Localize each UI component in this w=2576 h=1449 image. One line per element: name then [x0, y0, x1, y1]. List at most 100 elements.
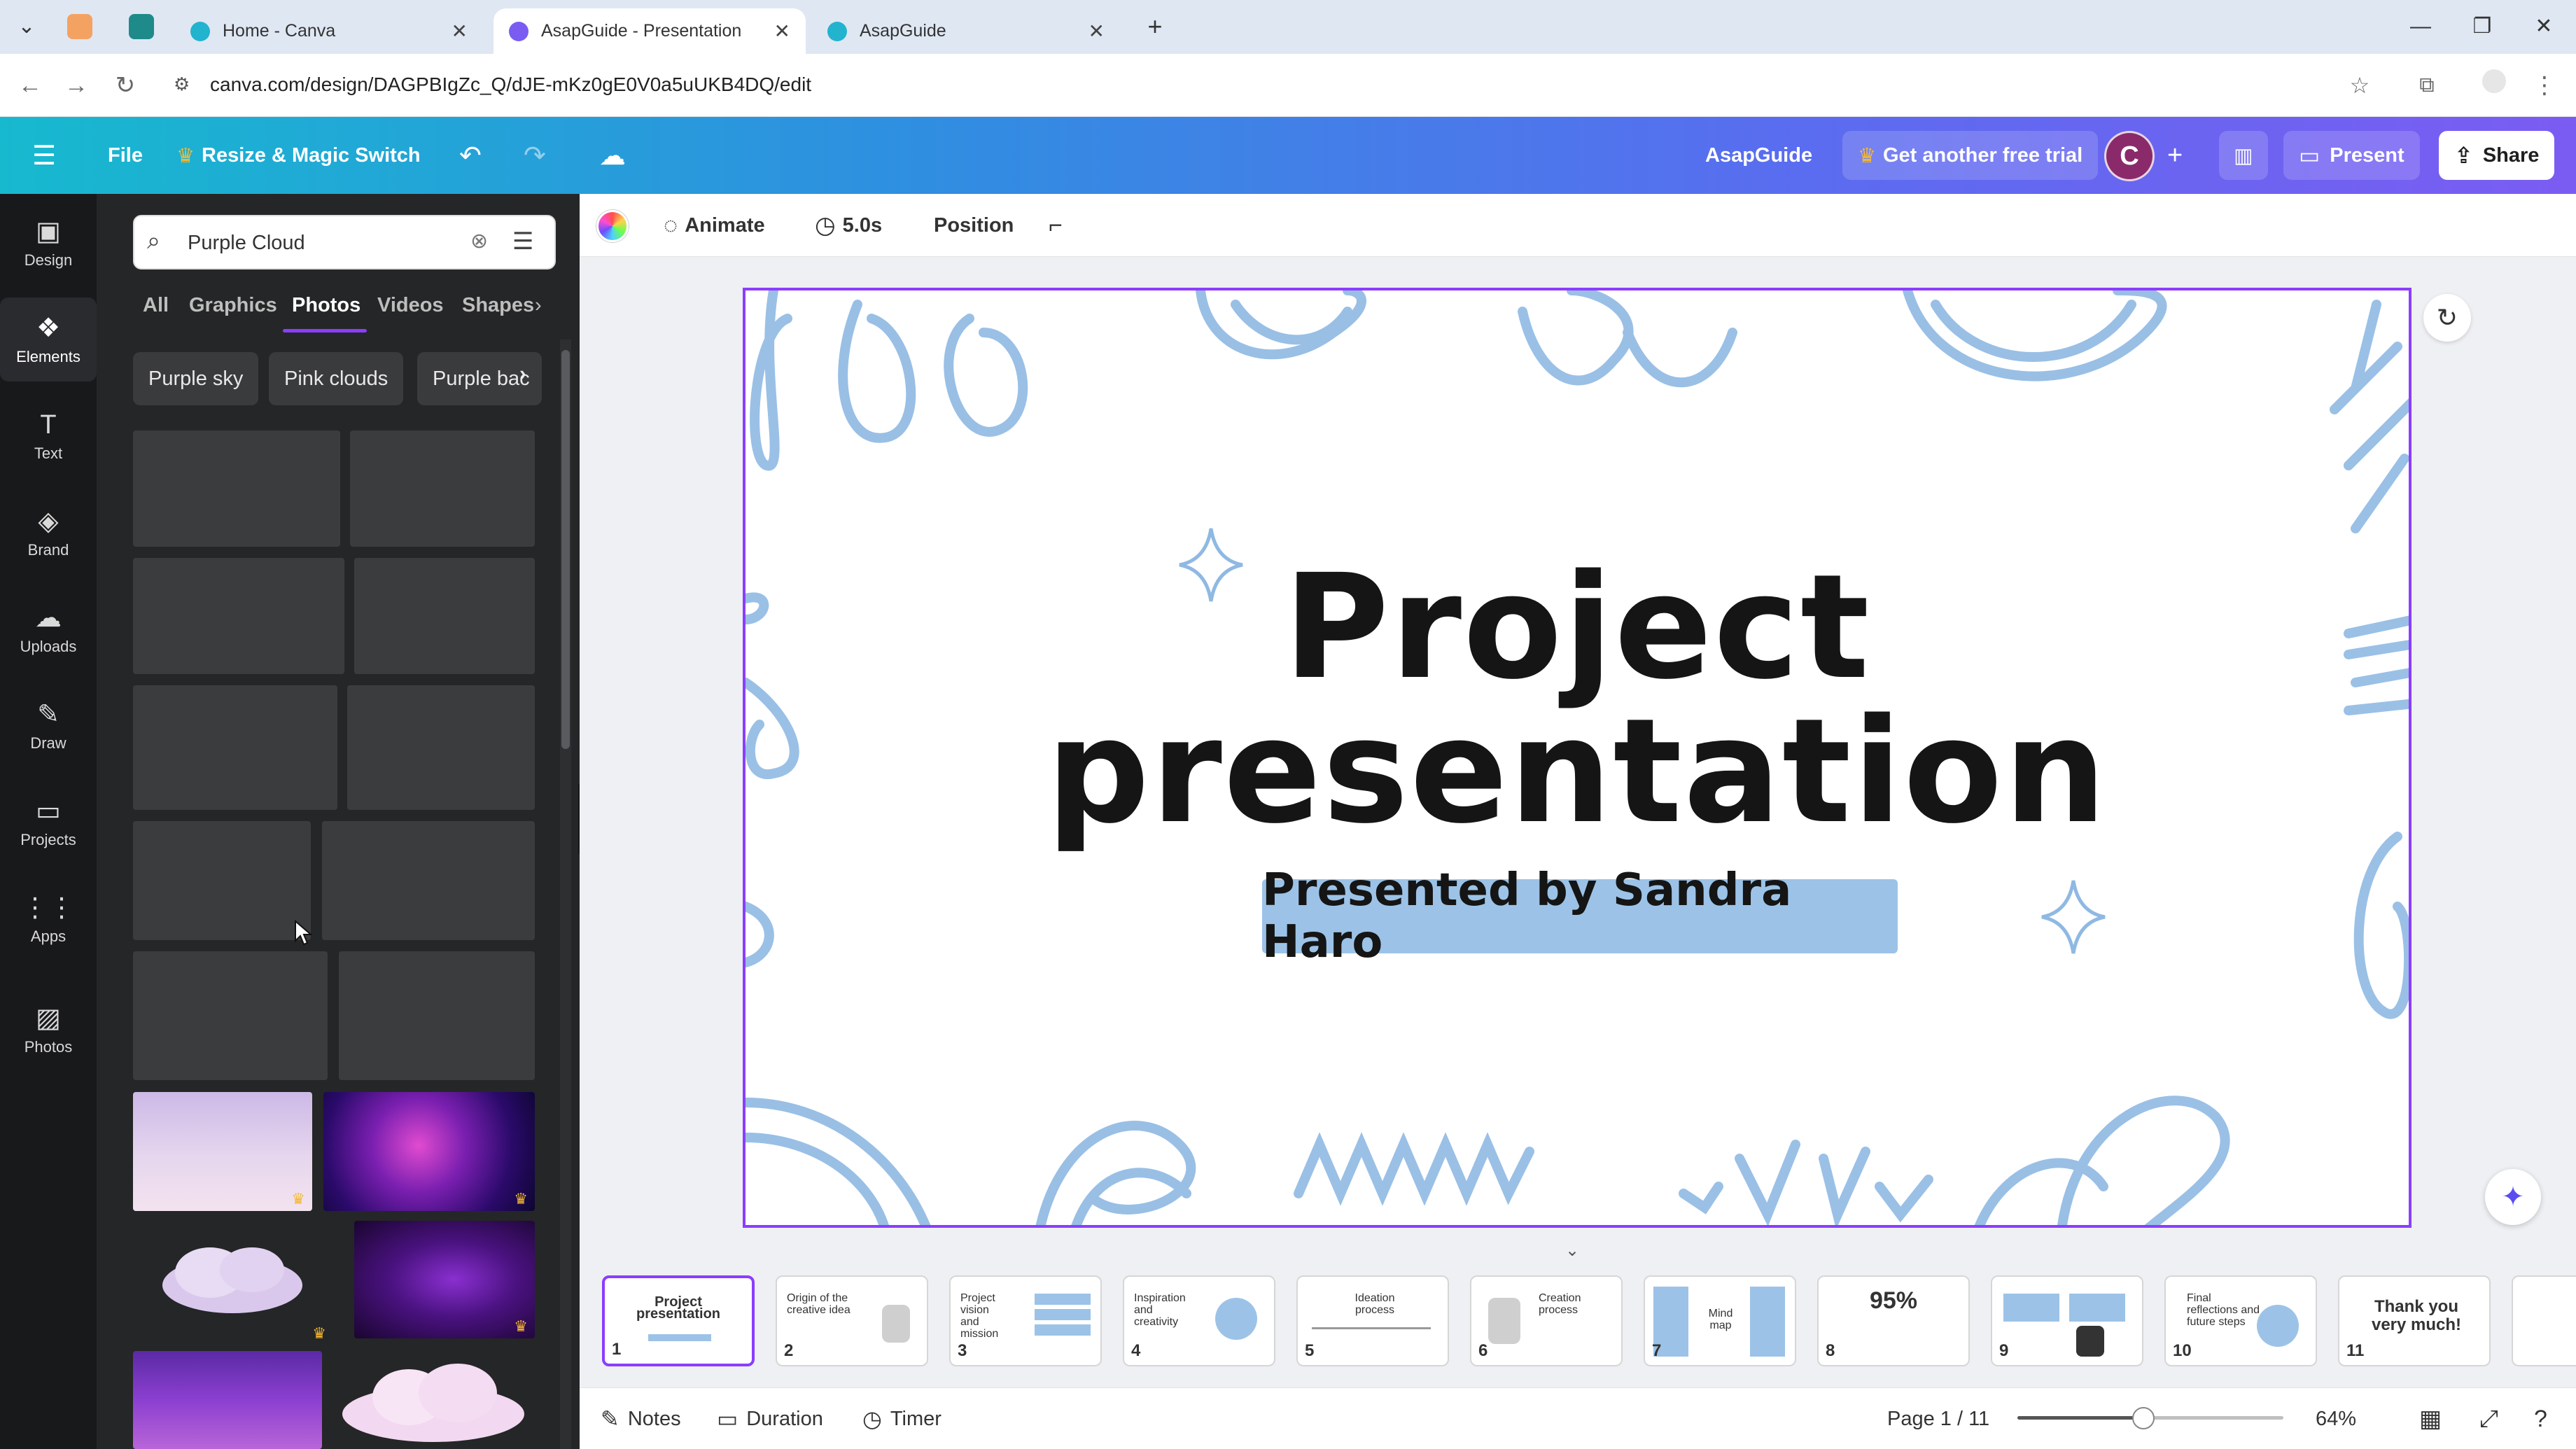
free-trial-button[interactable]: ♛ Get another free trial — [1842, 131, 2099, 180]
filter-icon[interactable]: ☰ — [512, 227, 533, 255]
magic-assistant-icon[interactable]: ✦ — [2485, 1169, 2541, 1225]
tabs-next-chevron-icon[interactable]: › — [535, 294, 542, 317]
position-button[interactable]: Position — [934, 194, 1014, 257]
forward-icon[interactable]: → — [60, 69, 92, 102]
rail-item-projects[interactable]: ▭ Projects — [0, 780, 97, 864]
rail-item-design[interactable]: ▣ Design — [0, 201, 97, 285]
notes-button[interactable]: ✎ Notes — [601, 1388, 681, 1449]
slide-subtitle[interactable]: Presented by Sandra Haro — [1262, 864, 1898, 968]
design-name[interactable]: AsapGuide — [1705, 117, 1812, 194]
add-page-thumbnail[interactable] — [2512, 1275, 2576, 1366]
photo-pink-cloud-cutout[interactable] — [332, 1351, 535, 1449]
present-button[interactable]: ▭ Present — [2283, 131, 2420, 180]
resize-magic-switch-button[interactable]: ♛ Resize & Magic Switch — [176, 117, 421, 194]
rail-item-apps[interactable]: ⋮⋮ Apps — [0, 877, 97, 961]
zoom-level[interactable]: 64% — [2316, 1388, 2356, 1449]
search-box[interactable]: ⌕ ⊗ ☰ — [133, 215, 556, 270]
clear-search-icon[interactable]: ⊗ — [470, 229, 488, 253]
page-thumbnail[interactable]: 9 — [1991, 1275, 2143, 1366]
insights-icon[interactable]: ▥ — [2219, 131, 2268, 180]
file-menu[interactable]: File — [108, 117, 143, 194]
rail-item-photos[interactable]: ▨ Photos — [0, 988, 97, 1072]
search-input[interactable] — [188, 229, 482, 257]
grid-view-icon[interactable]: ▦ — [2419, 1388, 2442, 1449]
pinned-tab-icon[interactable] — [67, 14, 92, 39]
page-thumbnail[interactable]: Thank you very much! 11 — [2338, 1275, 2491, 1366]
rail-item-elements[interactable]: ❖ Elements — [0, 298, 97, 382]
add-collaborator-icon[interactable]: + — [2167, 117, 2183, 194]
slide-title[interactable]: Project presentation — [746, 555, 2409, 844]
tab-asapguide[interactable]: AsapGuide ✕ — [812, 8, 1120, 54]
tab-photos[interactable]: Photos — [292, 294, 360, 317]
photo-placeholder[interactable] — [133, 685, 337, 810]
main-menu-icon[interactable]: ☰ — [32, 117, 56, 194]
tab-presentation[interactable]: AsapGuide - Presentation ✕ — [493, 8, 806, 54]
close-tab-icon[interactable]: ✕ — [451, 20, 468, 43]
rail-item-text[interactable]: T Text — [0, 394, 97, 478]
avatar[interactable]: C — [2104, 131, 2155, 181]
cloud-save-icon[interactable]: ☁ — [599, 117, 626, 194]
reload-icon[interactable]: ↻ — [109, 69, 141, 102]
chips-next-chevron-icon[interactable]: › — [519, 363, 526, 386]
photo-placeholder[interactable] — [133, 821, 311, 940]
close-window-icon[interactable]: ✕ — [2523, 10, 2565, 43]
redo-icon[interactable]: ↷ — [524, 117, 546, 194]
minimize-icon[interactable]: — — [2400, 10, 2442, 43]
photo-placeholder[interactable] — [133, 558, 344, 674]
photo-purple-galaxy[interactable]: ♛ — [323, 1092, 535, 1211]
tab-videos[interactable]: Videos — [377, 294, 444, 317]
duration-button[interactable]: ▭ Duration — [717, 1388, 823, 1449]
pinned-tab-icon-2[interactable] — [129, 14, 154, 39]
photo-purple-sky[interactable]: ♛ — [133, 1092, 312, 1211]
rail-item-draw[interactable]: ✎ Draw — [0, 684, 97, 768]
photo-purple-smoke[interactable]: ♛ — [354, 1221, 535, 1338]
photo-placeholder[interactable] — [133, 430, 340, 547]
page-thumbnail[interactable]: Project presentation 1 — [602, 1275, 755, 1366]
zoom-slider-knob[interactable] — [2132, 1407, 2155, 1429]
restore-icon[interactable]: ❐ — [2461, 10, 2503, 43]
photo-purple-clouds-sky[interactable] — [133, 1351, 322, 1449]
slide-canvas[interactable]: Project presentation Presented by Sandra… — [743, 288, 2412, 1228]
panel-scrollbar-thumb[interactable] — [561, 350, 570, 749]
close-tab-icon[interactable]: ✕ — [1088, 20, 1105, 43]
share-button[interactable]: ⇪ Share — [2439, 131, 2555, 180]
photo-placeholder[interactable] — [339, 951, 535, 1080]
suggestion-chip[interactable]: Pink clouds — [269, 352, 404, 405]
close-tab-icon[interactable]: ✕ — [774, 20, 790, 43]
new-tab-icon[interactable]: + — [1134, 10, 1176, 43]
page-thumbnail[interactable]: Creation process 6 — [1470, 1275, 1623, 1366]
timer-button[interactable]: ◷ Timer — [862, 1388, 941, 1449]
animate-button[interactable]: ◌ Animate — [664, 194, 765, 257]
comment-refresh-icon[interactable]: ↻ — [2423, 294, 2471, 342]
rail-item-brand[interactable]: ◈ Brand — [0, 491, 97, 575]
tab-shapes[interactable]: Shapes — [462, 294, 534, 317]
suggestion-chip[interactable]: Purple sky — [133, 352, 259, 405]
photo-placeholder[interactable] — [322, 821, 535, 940]
photo-placeholder[interactable] — [347, 685, 535, 810]
fullscreen-icon[interactable]: ⤢ — [2479, 1388, 2498, 1449]
page-thumbnail[interactable]: Final reflections and future steps 10 — [2164, 1275, 2317, 1366]
page-thumbnail[interactable]: Origin of the creative idea 2 — [776, 1275, 928, 1366]
photo-placeholder[interactable] — [350, 430, 535, 547]
extensions-icon[interactable]: ⧉ — [2411, 69, 2443, 102]
undo-icon[interactable]: ↶ — [459, 117, 482, 194]
page-thumbnail[interactable]: Mind map 7 — [1644, 1275, 1796, 1366]
photo-placeholder[interactable] — [133, 951, 328, 1080]
profile-icon[interactable] — [2478, 69, 2510, 102]
timing-button[interactable]: ◷ 5.0s — [815, 194, 882, 257]
page-indicator[interactable]: Page 1 / 11 — [1887, 1388, 1989, 1449]
page-thumbnail[interactable]: Project vision and mission 3 — [949, 1275, 1102, 1366]
tab-all[interactable]: All — [143, 294, 169, 317]
bookmark-star-icon[interactable]: ☆ — [2344, 69, 2376, 102]
page-thumbnail[interactable]: Inspiration and creativity 4 — [1123, 1275, 1275, 1366]
help-icon[interactable]: ? — [2534, 1388, 2547, 1449]
page-thumbnail[interactable]: Ideation process 5 — [1296, 1275, 1449, 1366]
photo-purple-cloud-cutout[interactable]: ♛ — [133, 1221, 332, 1347]
browser-menu-icon[interactable]: ⋮ — [2528, 69, 2561, 102]
back-icon[interactable]: ← — [14, 69, 46, 102]
tab-search-chevron-icon[interactable]: ⌄ — [6, 10, 48, 43]
tab-home-canva[interactable]: Home - Canva ✕ — [175, 8, 483, 54]
hide-pages-chevron-icon[interactable]: ⌄ — [1565, 1240, 1579, 1261]
page-thumbnail[interactable]: 95% 8 — [1817, 1275, 1970, 1366]
color-picker-icon[interactable] — [596, 210, 629, 242]
